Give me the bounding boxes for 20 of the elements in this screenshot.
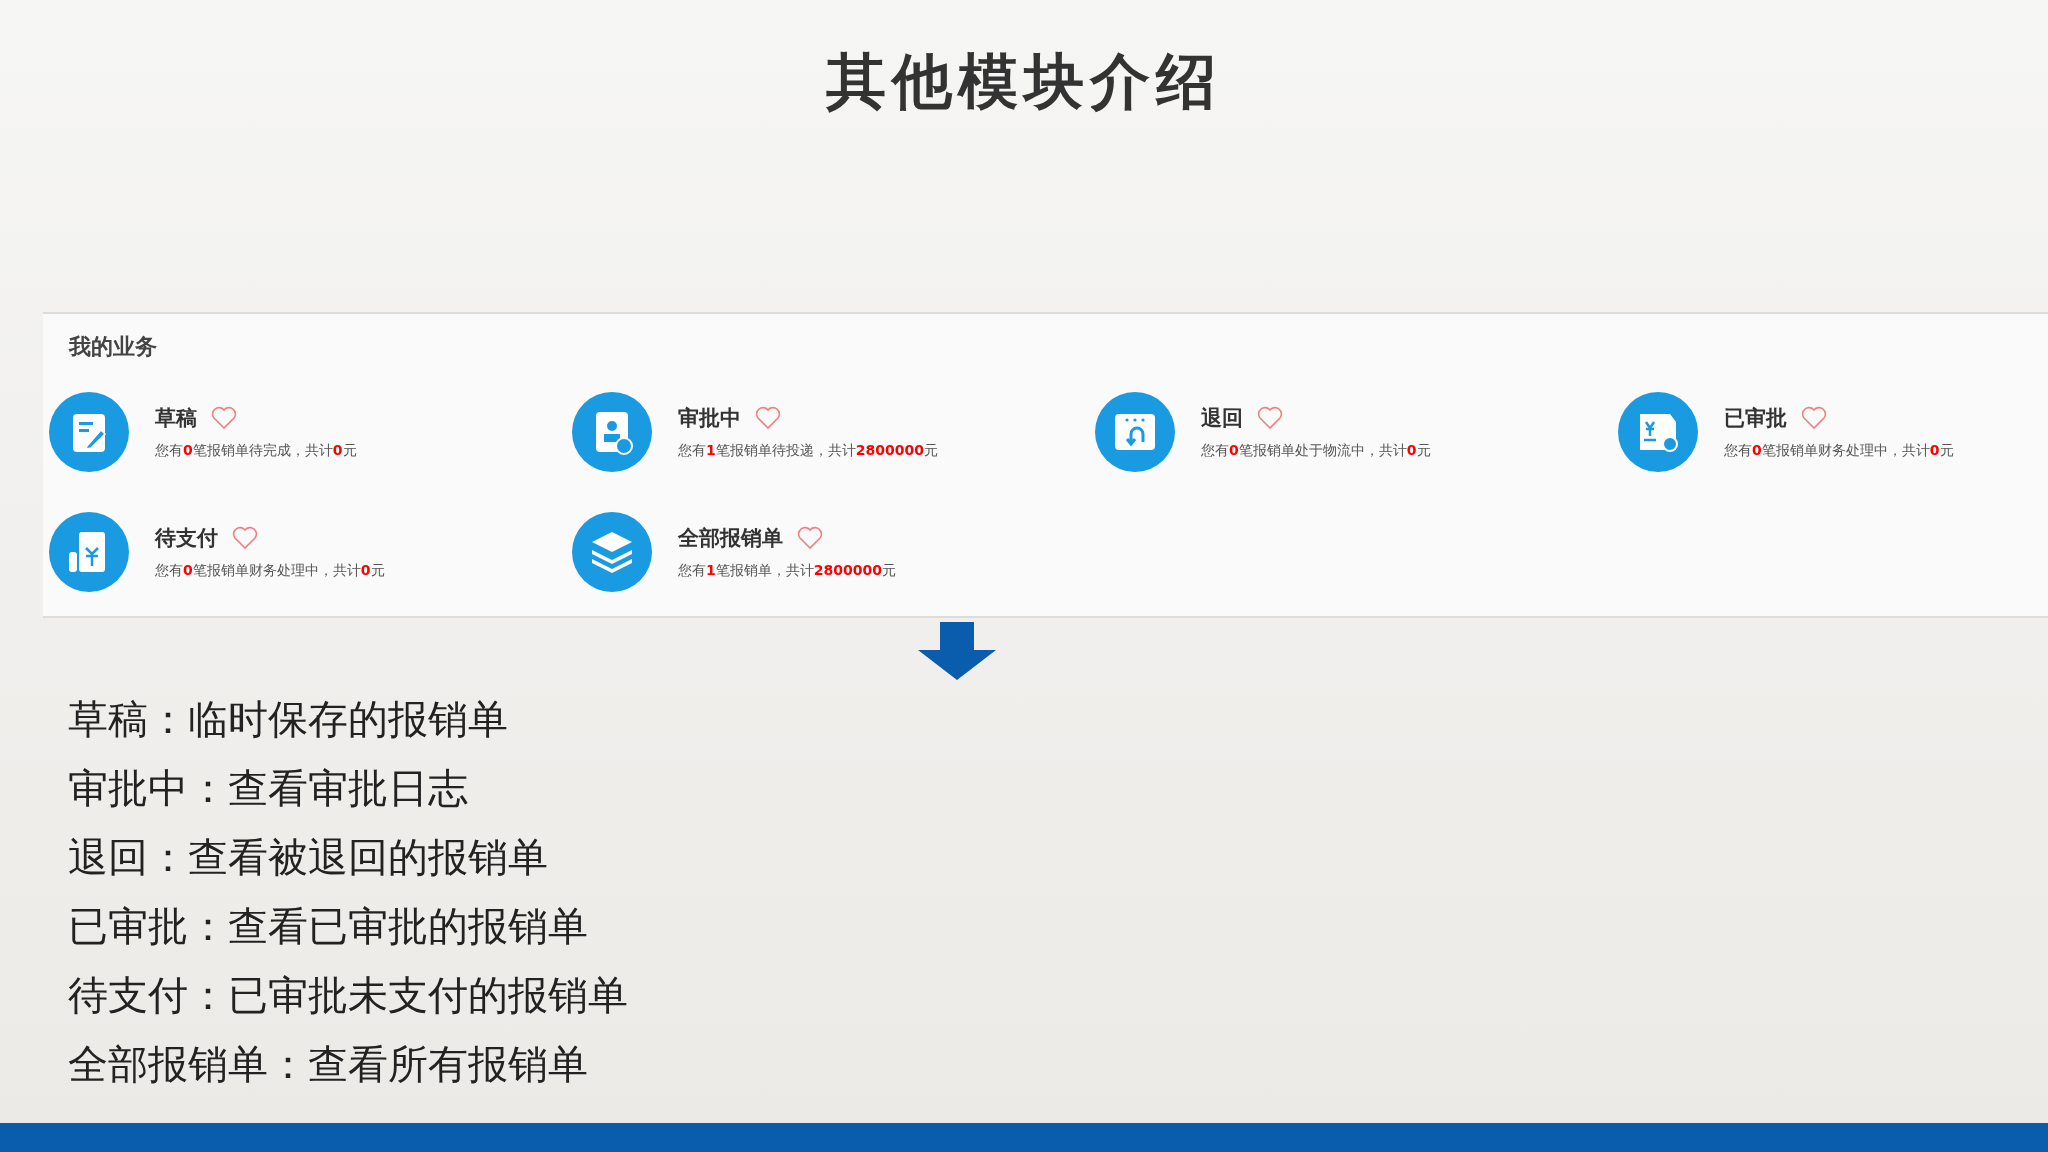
module-description: 全部报销单：查看所有报销单 xyxy=(68,1040,588,1089)
business-summary: 您有1笔报销单，共计2800000元 xyxy=(678,562,896,580)
business-label[interactable]: 全部报销单 xyxy=(678,524,783,552)
business-summary: 您有0笔报销单财务处理中，共计0元 xyxy=(155,562,385,580)
module-description: 待支付：已审批未支付的报销单 xyxy=(68,971,628,1020)
business-label[interactable]: 待支付 xyxy=(155,524,218,552)
business-label[interactable]: 草稿 xyxy=(155,404,197,432)
business-label[interactable]: 已审批 xyxy=(1724,404,1787,432)
module-description: 退回：查看被退回的报销单 xyxy=(68,833,548,882)
business-summary: 您有0笔报销单待完成，共计0元 xyxy=(155,442,357,460)
business-label[interactable]: 退回 xyxy=(1201,404,1243,432)
module-description: 审批中：查看审批日志 xyxy=(68,764,468,813)
business-summary: 您有1笔报销单待投递，共计2800000元 xyxy=(678,442,938,460)
panel-title: 我的业务 xyxy=(69,333,157,361)
business-summary: 您有0笔报销单财务处理中，共计0元 xyxy=(1724,442,1954,460)
slide-title: 其他模块介绍 xyxy=(826,45,1222,118)
business-summary: 您有0笔报销单处于物流中，共计0元 xyxy=(1201,442,1431,460)
module-description: 已审批：查看已审批的报销单 xyxy=(68,902,588,951)
module-description: 草稿：临时保存的报销单 xyxy=(68,695,508,744)
business-label[interactable]: 审批中 xyxy=(678,404,741,432)
